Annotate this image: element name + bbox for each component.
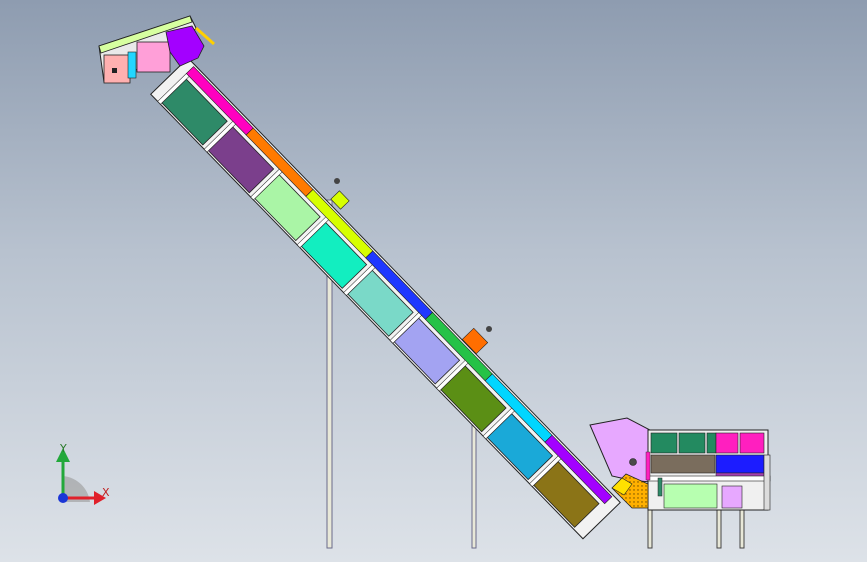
tail-blue-block (715, 454, 765, 474)
trough-panels (161, 78, 600, 528)
tail-lower-green (663, 483, 718, 509)
cross-braces (157, 73, 562, 487)
z-axis-dot (58, 493, 68, 503)
tail-green-block (650, 432, 678, 454)
inclined-conveyor (150, 57, 621, 540)
tail-magenta-block (739, 432, 765, 454)
cad-viewport[interactable]: Y X (0, 0, 867, 562)
tail-green-block (706, 432, 717, 454)
x-axis-label: X (102, 486, 110, 499)
tail-pulley (629, 458, 637, 466)
tail-magenta-block (715, 432, 739, 454)
tail-end-plate (763, 454, 771, 511)
head-bolt (112, 68, 117, 73)
head-cyan-strip (127, 51, 137, 79)
y-axis-label: Y (59, 442, 67, 455)
tail-brown-band (650, 454, 716, 474)
support-leg (716, 504, 722, 549)
tail-hopper (589, 417, 651, 483)
tail-section (589, 417, 771, 511)
axis-triad: Y X (56, 442, 110, 505)
tail-magenta-bar (645, 451, 651, 481)
tail-rail (647, 475, 771, 482)
head-pink-panel (136, 41, 171, 73)
tail-green-block (678, 432, 706, 454)
tail-post (657, 477, 663, 497)
top-rails (185, 66, 613, 505)
tail-lower-pink (721, 485, 743, 509)
support-leg (739, 504, 745, 549)
conveyor-model[interactable] (0, 0, 867, 562)
